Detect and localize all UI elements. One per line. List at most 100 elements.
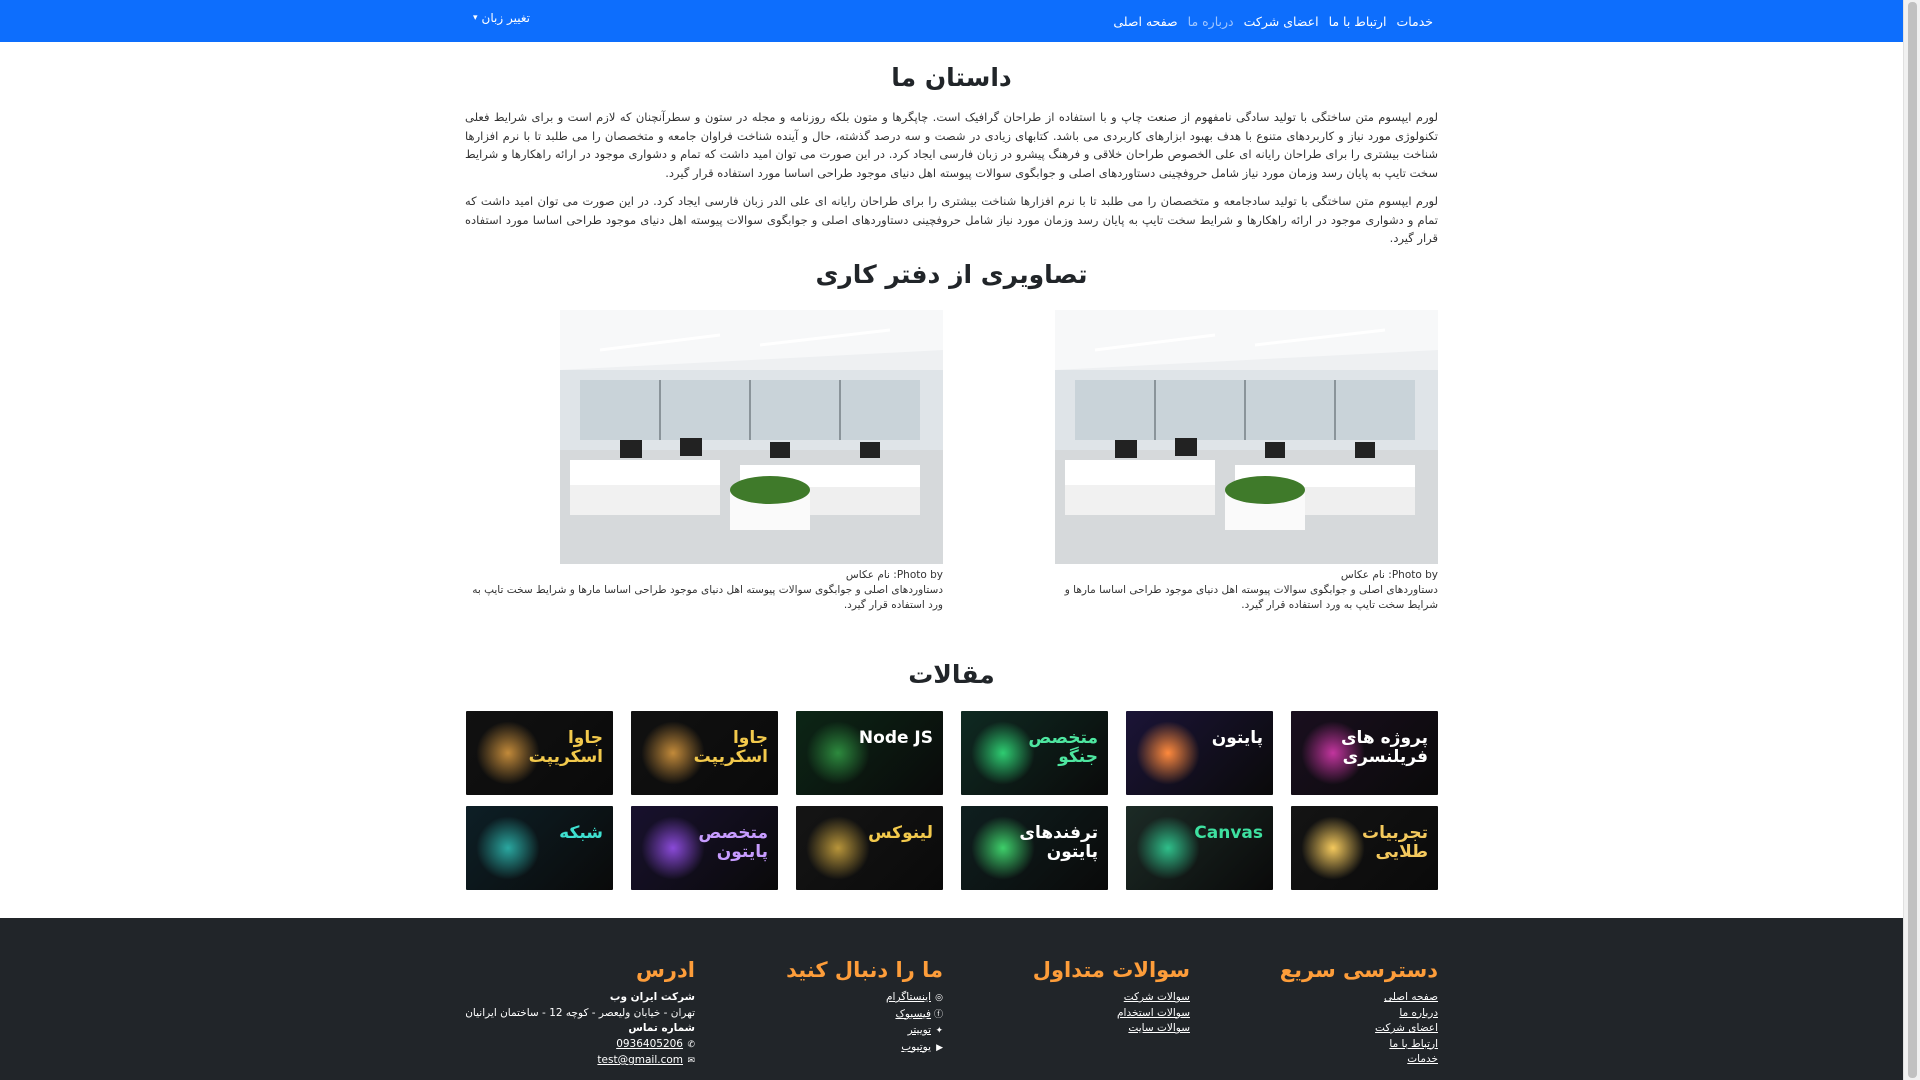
footer-quick-access-title: دسترسی سریع <box>1279 958 1438 982</box>
article-title: جاوا اسکریپت <box>528 728 603 767</box>
article-card[interactable]: پروژه های فریلنسری <box>1291 711 1438 795</box>
office-title: تصاویری از دفتر کاری <box>815 260 1088 289</box>
nav-link-contact[interactable]: ارتباط با ما <box>1329 14 1387 29</box>
story-section: داستان ما <box>465 63 1438 92</box>
youtube-icon: ▶ <box>936 1042 943 1053</box>
mail-icon: ✉ <box>687 1056 695 1066</box>
article-title: Node JS <box>858 728 933 748</box>
footer-faq: سوالات متداول سوالات شرکت سوالات استخدام… <box>1033 958 1190 1037</box>
articles-title: مقالات <box>908 660 995 689</box>
facebook-icon: ⓕ <box>933 1009 943 1020</box>
article-title: متخصص جنگو <box>1028 728 1098 767</box>
photo-caption-block: Photo by: نام عکاس دستاوردهای اصلی و جوا… <box>465 568 943 613</box>
nav-link-members[interactable]: اعضای شرکت <box>1244 14 1319 29</box>
office-photo <box>560 310 943 564</box>
instagram-icon: ◎ <box>935 993 943 1003</box>
footer-address-title: ادرس <box>635 958 695 982</box>
footer-link-facebook[interactable]: ⓕفیسبوک <box>786 1007 943 1024</box>
instagram-label: اینستاگرام <box>886 991 931 1003</box>
article-title: پروژه های فریلنسری <box>1340 728 1428 767</box>
article-artwork <box>1136 721 1200 785</box>
footer-link-youtube[interactable]: ▶ یوتیوب <box>786 1040 943 1057</box>
street-address: تهران - خیابان ولیعصر - کوچه 12 - ساختما… <box>465 1006 695 1019</box>
photo-credit: Photo by: نام عکاس <box>845 569 943 581</box>
story-paragraph-1-wrap: لورم ایپسوم متن ساختگی با تولید سادگی نا… <box>465 108 1438 182</box>
caret-down-icon: ▾ <box>473 13 478 23</box>
story-title: داستان ما <box>891 63 1012 92</box>
article-title: Canvas <box>1194 823 1263 843</box>
phone-number: 0936405206 <box>616 1037 683 1050</box>
article-card[interactable]: Canvas <box>1126 806 1273 890</box>
company-name: شرکت ایران وب <box>609 991 695 1003</box>
article-card[interactable]: متخصص جنگو <box>961 711 1108 795</box>
email-address: test@gmail.com <box>597 1054 683 1066</box>
article-artwork <box>806 816 870 880</box>
navbar: صفحه اصلی درباره ما اعضای شرکت ارتباط با… <box>0 0 1903 42</box>
article-artwork <box>1136 816 1200 880</box>
photo-caption: دستاوردهای اصلی و جوابگوی سوالات پیوسته … <box>472 584 943 611</box>
footer-link-company-faq[interactable]: سوالات شرکت <box>1033 990 1190 1006</box>
office-card: Photo by: نام عکاس دستاوردهای اصلی و جوا… <box>1055 310 1438 613</box>
footer-link-members[interactable]: اعضای شرکت <box>1280 1021 1438 1037</box>
article-card[interactable]: پایتون <box>1126 711 1273 795</box>
article-artwork <box>641 816 705 880</box>
phone-icon: ✆ <box>687 1039 695 1050</box>
articles-section: مقالات <box>465 660 1438 689</box>
footer-faq-title: سوالات متداول <box>1032 958 1190 982</box>
footer-follow: ما را دنبال کنید ◎ اینستاگرام ⓕفیسبوک ✦ تو… <box>786 958 943 1056</box>
footer-follow-title: ما را دنبال کنید <box>786 958 943 982</box>
article-card[interactable]: ترفندهای پایتون <box>961 806 1108 890</box>
language-dropdown-label: تغییر زبان <box>481 11 530 25</box>
youtube-label: یوتیوب <box>901 1040 931 1053</box>
language-dropdown[interactable]: ▾ تغییر زبان <box>473 11 530 25</box>
footer-link-twitter[interactable]: ✦ توییتر <box>786 1023 943 1040</box>
photo-caption: دستاوردهای اصلی و جوابگوی سوالات پیوسته … <box>1064 584 1438 611</box>
article-title: جاوا اسکریپت <box>693 728 768 767</box>
article-artwork <box>1301 816 1365 880</box>
facebook-label: فیسبوک <box>895 1007 931 1020</box>
vertical-scrollbar[interactable] <box>1903 0 1920 1080</box>
footer-link-hiring-faq[interactable]: سوالات استخدام <box>1033 1006 1190 1022</box>
article-title: پایتون <box>1211 728 1263 748</box>
article-card[interactable]: جاوا اسکریپت <box>631 711 778 795</box>
photo-credit: Photo by: نام عکاس <box>1340 569 1438 581</box>
footer-link-about[interactable]: درباره ما <box>1280 1006 1438 1022</box>
scrollbar-thumb[interactable] <box>1908 2 1917 1078</box>
office-photo <box>1055 310 1438 564</box>
article-card[interactable]: Node JS <box>796 711 943 795</box>
article-artwork <box>476 816 540 880</box>
story-paragraph: لورم ایپسوم متن ساختگی با تولید سادگی نا… <box>465 110 1438 180</box>
article-card[interactable]: تجربیات طلایی <box>1291 806 1438 890</box>
article-card[interactable]: لینوکس <box>796 806 943 890</box>
article-card[interactable]: متخصص پایتون <box>631 806 778 890</box>
footer-link-site-faq[interactable]: سوالات سایت <box>1033 1021 1190 1037</box>
article-title: لینوکس <box>868 823 933 843</box>
article-title: ترفندهای پایتون <box>1019 823 1098 862</box>
phone-label: شماره تماس <box>628 1022 695 1034</box>
footer-link-instagram[interactable]: ◎ اینستاگرام <box>786 990 943 1007</box>
footer-quick-access: دسترسی سریع صفحه اصلی درباره ما اعضای شر… <box>1280 958 1438 1068</box>
phone-link[interactable]: ✆ 0936405206 <box>465 1037 695 1054</box>
article-title: تجربیات طلایی <box>1362 823 1428 862</box>
footer: دسترسی سریع صفحه اصلی درباره ما اعضای شر… <box>0 918 1903 1080</box>
office-section: تصاویری از دفتر کاری <box>465 260 1438 289</box>
footer-link-contact[interactable]: ارتباط با ما <box>1280 1037 1438 1053</box>
articles-grid: پروژه های فریلنسری پایتون متخصص جنگو Node J… <box>465 711 1438 890</box>
twitter-icon: ✦ <box>935 1026 943 1036</box>
article-artwork <box>971 721 1035 785</box>
story-paragraph-2-wrap: لورم ایپسوم متن ساختگی با تولید سادجامعه… <box>465 192 1438 248</box>
twitter-label: توییتر <box>907 1024 931 1036</box>
email-link[interactable]: ✉ test@gmail.com <box>465 1053 695 1070</box>
nav-links: صفحه اصلی درباره ما اعضای شرکت ارتباط با… <box>1113 0 1433 42</box>
article-card[interactable]: شبکه <box>466 806 613 890</box>
nav-link-home[interactable]: صفحه اصلی <box>1113 14 1177 29</box>
footer-link-home[interactable]: صفحه اصلی <box>1280 990 1438 1006</box>
article-card[interactable]: جاوا اسکریپت <box>466 711 613 795</box>
nav-link-about[interactable]: درباره ما <box>1188 14 1234 29</box>
office-card <box>560 310 943 564</box>
article-title: متخصص پایتون <box>698 823 768 862</box>
story-paragraph: لورم ایپسوم متن ساختگی با تولید سادجامعه… <box>465 194 1438 245</box>
footer-address: ادرس شرکت ایران وب تهران - خیابان ولیعصر… <box>465 958 695 1070</box>
footer-link-services[interactable]: خدمات <box>1280 1052 1438 1068</box>
nav-link-services[interactable]: خدمات <box>1396 14 1433 29</box>
